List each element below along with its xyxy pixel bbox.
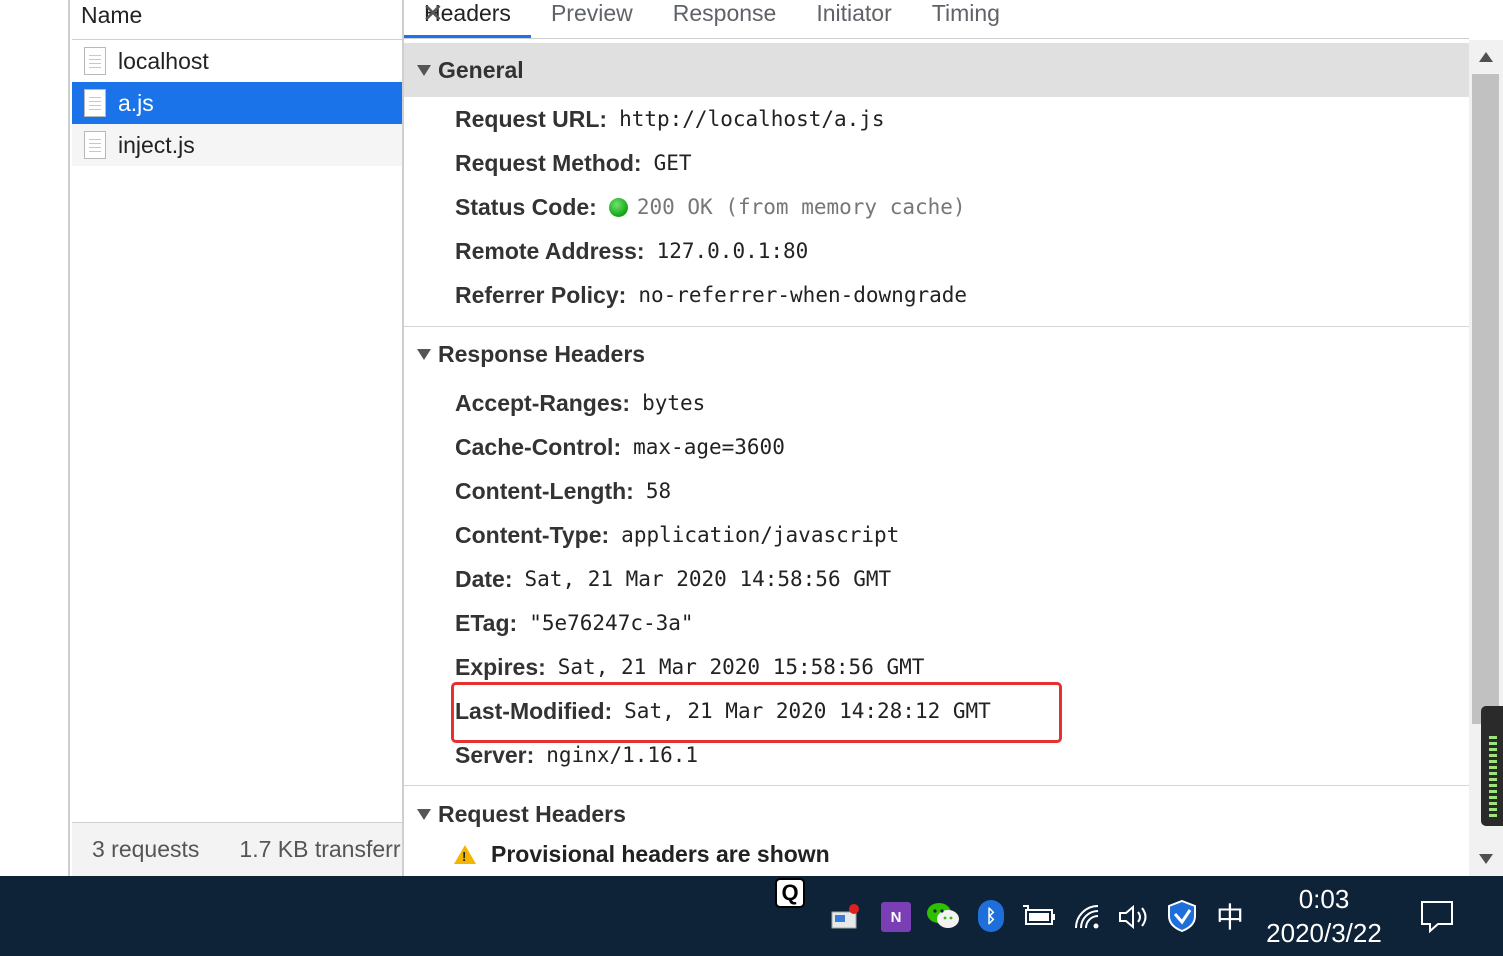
response-headers-section: Accept-Ranges: bytes Cache-Control: max-… [404,381,1469,777]
header-row: Remote Address: 127.0.0.1:80 [404,229,1469,273]
document-icon [84,89,106,117]
wifi-icon[interactable] [1072,902,1106,932]
header-row: Request URL: http://localhost/a.js [404,97,1469,141]
floating-meter-widget[interactable] [1481,706,1503,826]
header-row: ETag: "5e76247c-3a" [404,601,1469,645]
request-count: 3 requests [92,836,200,862]
header-row: Content-Length: 58 [404,469,1469,513]
request-name: inject.js [118,131,195,158]
triangle-down-icon [417,64,431,76]
header-row-last-modified: Last-Modified: Sat, 21 Mar 2020 14:28:12… [404,689,1469,733]
header-row: Content-Type: application/javascript [404,513,1469,557]
header-row: Referrer Policy: no-referrer-when-downgr… [404,273,1469,317]
security-shield-icon[interactable] [1165,898,1199,934]
request-name: localhost [118,47,209,74]
header-name: Remote Address: [455,237,645,264]
clock-time: 0:03 [1298,884,1350,914]
tab-timing[interactable]: Timing [912,0,1020,38]
section-title: General [438,56,524,83]
header-value: no-referrer-when-downgrade [638,283,968,307]
windows-taskbar: Q N ᛒ 中 0:03 2020/3/22 [0,876,1503,956]
bluetooth-icon[interactable]: ᛒ [978,900,1004,932]
notification-center-icon[interactable] [1418,898,1456,934]
header-name: Referrer Policy: [455,281,627,308]
request-details-panel: ✕ Headers Preview Response Initiator Tim… [404,0,1469,876]
left-gutter [0,0,70,876]
battery-icon[interactable] [1020,902,1058,930]
header-value: nginx/1.16.1 [546,743,698,767]
header-name: Request Method: [455,149,642,176]
triangle-down-icon [417,348,431,360]
header-row: Expires: Sat, 21 Mar 2020 15:58:56 GMT [404,645,1469,689]
tab-preview[interactable]: Preview [531,0,653,38]
level-bars-icon [1489,736,1497,818]
header-value: application/javascript [621,523,900,547]
header-row: Request Method: GET [404,141,1469,185]
header-value: Sat, 21 Mar 2020 14:58:56 GMT [524,567,892,591]
mail-tray-icon[interactable] [830,902,860,932]
general-section: Request URL: http://localhost/a.js Reque… [404,97,1469,317]
input-method-icon[interactable]: 中 [1212,896,1248,936]
q-app-icon[interactable]: Q [775,878,805,908]
wechat-icon[interactable] [925,900,961,932]
header-value: GET [653,151,692,175]
onenote-icon[interactable]: N [881,902,911,932]
status-ok-icon [608,197,628,217]
request-row-inject-js[interactable]: inject.js [72,124,402,166]
response-headers-section-header[interactable]: Response Headers [404,327,1469,381]
header-name: ETag: [455,609,518,636]
section-title: Request Headers [438,800,626,827]
document-icon [84,47,106,75]
header-name: Last-Modified: [455,697,613,724]
header-row: Cache-Control: max-age=3600 [404,425,1469,469]
header-row: Date: Sat, 21 Mar 2020 14:58:56 GMT [404,557,1469,601]
header-value: 127.0.0.1:80 [656,239,809,263]
header-value: Sat, 21 Mar 2020 14:28:12 GMT [624,699,991,723]
system-clock[interactable]: 0:03 2020/3/22 [1258,882,1390,950]
header-value: "5e76247c-3a" [529,611,694,635]
warning-icon [454,844,476,864]
header-value: 200 OK (from memory cache) [636,195,966,219]
document-icon [84,131,106,159]
header-row: Status Code: 200 OK (from memory cache) [404,185,1469,229]
header-name: Server: [455,741,535,768]
clock-date: 2020/3/22 [1266,918,1382,948]
section-title: Response Headers [438,340,646,367]
header-value: max-age=3600 [633,435,785,459]
header-name: Request URL: [455,105,608,132]
request-row-localhost[interactable]: localhost [72,40,402,82]
request-list-panel: Name localhost a.js inject.js 3 requests… [72,0,404,876]
request-list: localhost a.js inject.js [72,40,402,166]
details-tabbar: ✕ Headers Preview Response Initiator Tim… [404,0,1469,39]
name-column-header[interactable]: Name [72,0,402,40]
tab-initiator[interactable]: Initiator [796,0,911,38]
header-name: Cache-Control: [455,433,622,460]
summary-bar: 3 requests 1.7 KB transferr [72,822,402,876]
header-value: Sat, 21 Mar 2020 15:58:56 GMT [557,655,925,679]
header-value: 58 [645,479,672,503]
header-value: bytes [642,391,706,415]
request-name: a.js [118,89,154,116]
header-name: Content-Length: [455,477,634,504]
scroll-up-arrow-icon[interactable] [1479,52,1493,62]
header-name: Status Code: [455,193,597,220]
general-section-header[interactable]: General [404,43,1469,97]
provisional-headers-warning: Provisional headers are shown [404,832,1469,876]
tab-response[interactable]: Response [653,0,797,38]
header-name: Expires: [455,653,546,680]
scrollbar-thumb[interactable] [1472,74,1499,724]
header-value: http://localhost/a.js [619,107,885,131]
transferred-size: 1.7 KB transferr [239,836,401,862]
volume-icon[interactable] [1116,902,1152,932]
scroll-down-arrow-icon[interactable] [1479,854,1493,864]
header-name: Date: [455,565,513,592]
header-row: Accept-Ranges: bytes [404,381,1469,425]
triangle-down-icon [417,808,431,820]
header-name: Content-Type: [455,521,610,548]
header-name: Accept-Ranges: [455,389,631,416]
warning-text: Provisional headers are shown [491,840,830,867]
close-icon[interactable]: ✕ [422,0,444,29]
header-row: Server: nginx/1.16.1 [404,733,1469,777]
request-row-a-js[interactable]: a.js [72,82,402,124]
